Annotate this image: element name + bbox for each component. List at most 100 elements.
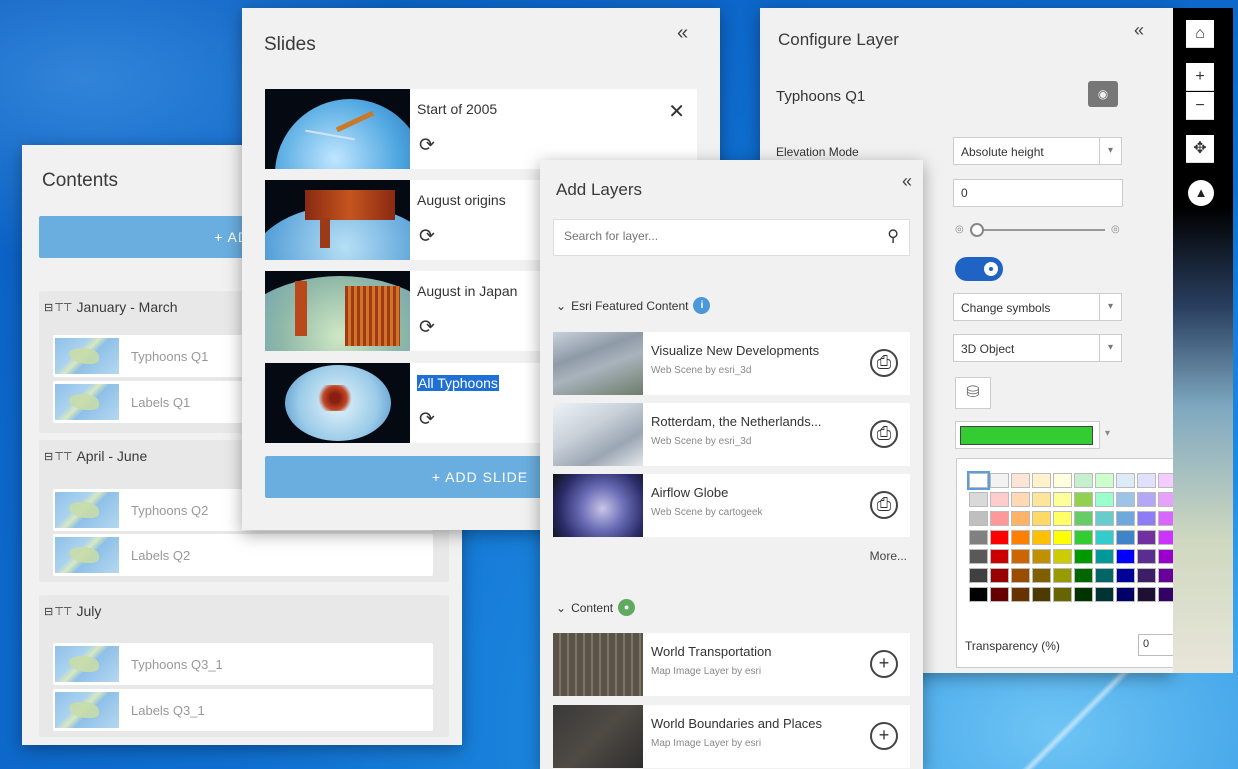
- add-layer-icon[interactable]: +: [870, 650, 898, 678]
- palette-swatch[interactable]: [1116, 530, 1135, 545]
- symbols-select[interactable]: Change symbols ▾: [953, 293, 1122, 321]
- featured-item[interactable]: Visualize New Developments Web Scene by …: [553, 332, 910, 395]
- palette-swatch[interactable]: [1074, 473, 1093, 488]
- featured-section-header[interactable]: ⌄ Esri Featured Content i: [556, 297, 711, 314]
- palette-swatch[interactable]: [1074, 568, 1093, 583]
- slide-name[interactable]: August in Japan: [417, 283, 517, 299]
- add-scene-icon[interactable]: ⎙: [870, 491, 898, 519]
- palette-swatch[interactable]: [1116, 511, 1135, 526]
- palette-swatch[interactable]: [969, 492, 988, 507]
- content-item[interactable]: World Boundaries and Places Map Image La…: [553, 705, 910, 768]
- collapse-configure-button[interactable]: «: [1134, 20, 1144, 41]
- slide-item[interactable]: Start of 2005 ⟳ ✕: [265, 89, 697, 169]
- palette-swatch[interactable]: [969, 549, 988, 564]
- palette-swatch[interactable]: [969, 587, 988, 602]
- palette-swatch[interactable]: [1116, 587, 1135, 602]
- palette-swatch[interactable]: [1137, 511, 1156, 526]
- palette-swatch[interactable]: [1116, 549, 1135, 564]
- palette-swatch[interactable]: [1158, 549, 1173, 564]
- palette-swatch[interactable]: [1116, 568, 1135, 583]
- palette-swatch[interactable]: [1095, 530, 1114, 545]
- chevron-down-icon[interactable]: ▾: [1105, 428, 1110, 439]
- palette-swatch[interactable]: [1074, 587, 1093, 602]
- palette-swatch[interactable]: [1074, 492, 1093, 507]
- refresh-icon[interactable]: ⟳: [419, 225, 435, 248]
- palette-swatch[interactable]: [969, 568, 988, 583]
- featured-item[interactable]: Rotterdam, the Netherlands... Web Scene …: [553, 403, 910, 466]
- layer-row[interactable]: Typhoons Q3_1: [53, 643, 433, 685]
- palette-swatch[interactable]: [1095, 568, 1114, 583]
- palette-swatch[interactable]: [1011, 530, 1030, 545]
- slider-handle[interactable]: [970, 223, 984, 237]
- palette-swatch[interactable]: [990, 473, 1009, 488]
- cylinder-icon[interactable]: ⛁: [955, 377, 991, 409]
- palette-swatch[interactable]: [1053, 530, 1072, 545]
- palette-swatch[interactable]: [1095, 549, 1114, 564]
- palette-swatch[interactable]: [990, 530, 1009, 545]
- palette-swatch[interactable]: [1011, 568, 1030, 583]
- refresh-icon[interactable]: ⟳: [419, 408, 435, 431]
- palette-swatch[interactable]: [1074, 511, 1093, 526]
- palette-swatch[interactable]: [1158, 473, 1173, 488]
- palette-swatch[interactable]: [1053, 473, 1072, 488]
- compass-icon[interactable]: ▲: [1188, 180, 1214, 206]
- palette-swatch[interactable]: [969, 511, 988, 526]
- palette-swatch[interactable]: [1137, 549, 1156, 564]
- palette-swatch[interactable]: [1137, 568, 1156, 583]
- palette-swatch[interactable]: [990, 587, 1009, 602]
- add-scene-icon[interactable]: ⎙: [870, 349, 898, 377]
- add-layer-icon[interactable]: +: [870, 722, 898, 750]
- layer-row[interactable]: Labels Q3_1: [53, 689, 433, 731]
- palette-swatch[interactable]: [1032, 587, 1051, 602]
- palette-swatch[interactable]: [1074, 549, 1093, 564]
- transparency-input[interactable]: 0: [1138, 634, 1173, 656]
- palette-swatch[interactable]: [967, 471, 990, 490]
- palette-swatch[interactable]: [990, 549, 1009, 564]
- collapse-add-layers-button[interactable]: «: [902, 171, 912, 192]
- content-section-header[interactable]: ⌄ Content ●: [556, 599, 636, 616]
- layer-group-july[interactable]: ⊟ ⊤⊤ July Typhoons Q3_1 Labels Q3_1: [39, 595, 449, 737]
- palette-swatch[interactable]: [1032, 568, 1051, 583]
- palette-swatch[interactable]: [990, 568, 1009, 583]
- zoom-in-button[interactable]: +: [1186, 63, 1214, 91]
- palette-swatch[interactable]: [1095, 511, 1114, 526]
- layer-row[interactable]: Labels Q2: [53, 534, 433, 576]
- palette-swatch[interactable]: [1095, 587, 1114, 602]
- close-icon[interactable]: ✕: [668, 99, 685, 124]
- palette-swatch[interactable]: [1137, 473, 1156, 488]
- slide-name[interactable]: August origins: [417, 192, 506, 208]
- slide-name-editing[interactable]: All Typhoons: [417, 375, 499, 391]
- palette-swatch[interactable]: [1053, 511, 1072, 526]
- palette-swatch[interactable]: [1053, 568, 1072, 583]
- zoom-out-button[interactable]: −: [1186, 92, 1214, 120]
- slide-name[interactable]: Start of 2005: [417, 101, 497, 117]
- palette-swatch[interactable]: [1011, 511, 1030, 526]
- palette-swatch[interactable]: [1158, 511, 1173, 526]
- palette-swatch[interactable]: [1158, 568, 1173, 583]
- palette-swatch[interactable]: [1053, 587, 1072, 602]
- featured-item[interactable]: Airflow Globe Web Scene by cartogeek ⎙: [553, 474, 910, 537]
- palette-swatch[interactable]: [1032, 511, 1051, 526]
- palette-swatch[interactable]: [1158, 587, 1173, 602]
- palette-swatch[interactable]: [1032, 530, 1051, 545]
- palette-swatch[interactable]: [1158, 492, 1173, 507]
- collapse-slides-button[interactable]: «: [677, 22, 688, 45]
- palette-swatch[interactable]: [990, 492, 1009, 507]
- palette-swatch[interactable]: [1137, 587, 1156, 602]
- palette-swatch[interactable]: [1032, 549, 1051, 564]
- symbol-type-select[interactable]: 3D Object ▾: [953, 334, 1122, 362]
- search-input[interactable]: [564, 229, 864, 243]
- toggle-switch[interactable]: [955, 257, 1003, 281]
- home-icon[interactable]: ⌂: [1186, 20, 1214, 48]
- palette-swatch[interactable]: [1116, 492, 1135, 507]
- palette-swatch[interactable]: [1137, 492, 1156, 507]
- palette-swatch[interactable]: [1095, 492, 1114, 507]
- palette-swatch[interactable]: [1053, 492, 1072, 507]
- color-picker-button[interactable]: [955, 421, 1100, 449]
- palette-swatch[interactable]: [1074, 530, 1093, 545]
- palette-swatch[interactable]: [1011, 492, 1030, 507]
- pan-icon[interactable]: ✥: [1186, 135, 1214, 163]
- palette-swatch[interactable]: [969, 530, 988, 545]
- scale-slider[interactable]: ◎ ◎: [955, 222, 1125, 238]
- elevation-offset-input[interactable]: 0: [953, 179, 1123, 207]
